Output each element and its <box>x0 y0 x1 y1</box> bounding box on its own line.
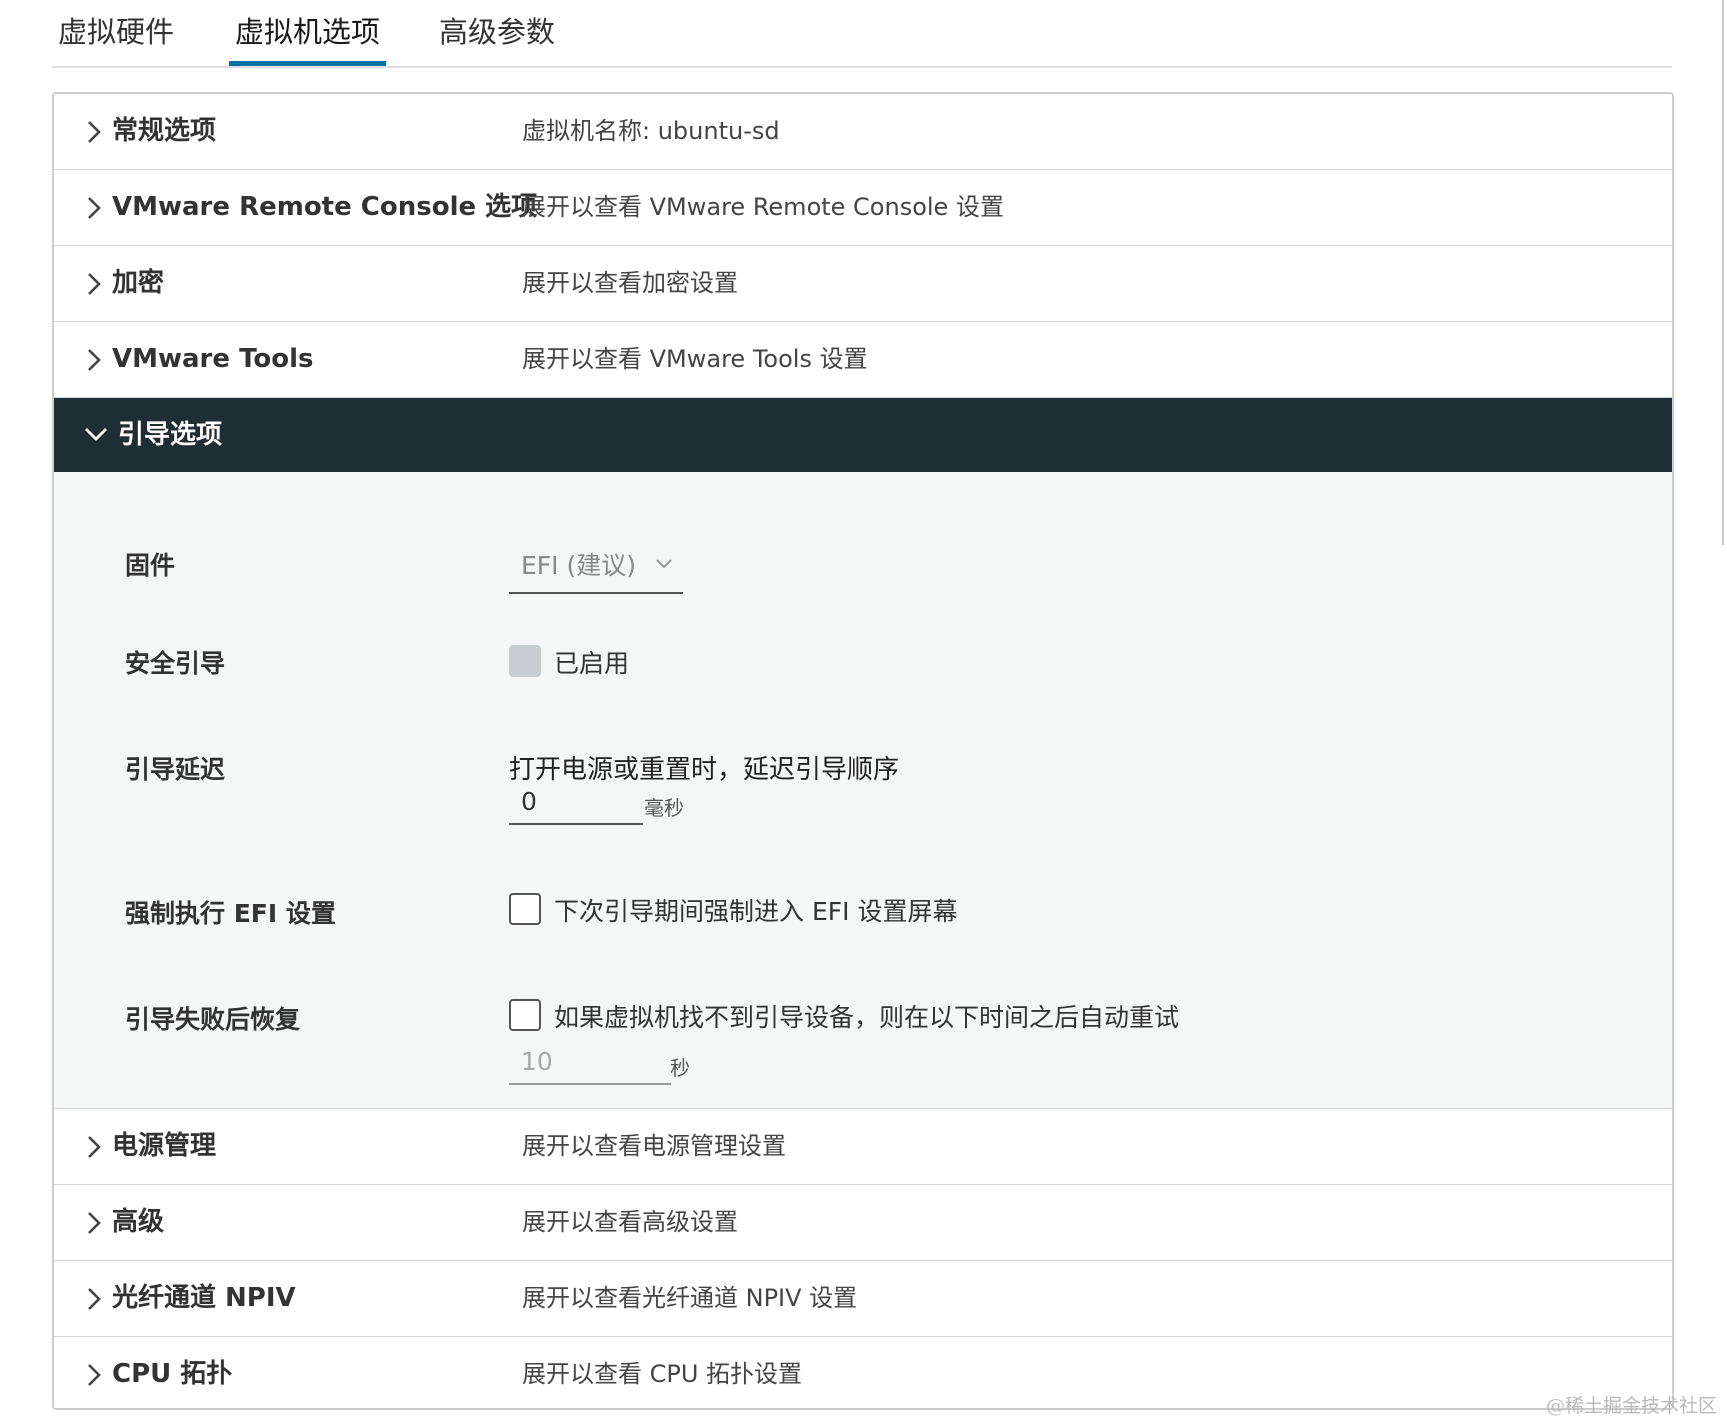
section-label: 光纤通道 NPIV <box>112 1283 296 1313</box>
chevron-right-icon <box>88 1364 101 1386</box>
section-summary: 展开以查看光纤通道 NPIV 设置 <box>522 1284 858 1312</box>
section-label: 加密 <box>112 268 165 298</box>
boot-delay-unit: 毫秒 <box>644 796 684 820</box>
chevron-right-icon <box>88 273 101 295</box>
force-efi-checkbox-label: 下次引导期间强制进入 EFI 设置屏幕 <box>554 897 958 926</box>
chevron-right-icon <box>88 1212 101 1234</box>
section-general[interactable]: 常规选项 虚拟机名称: ubuntu-sd <box>54 94 1672 171</box>
failed-boot-delay-unit: 秒 <box>670 1056 690 1080</box>
failed-boot-recovery-checkbox-label: 如果虚拟机找不到引导设备，则在以下时间之后自动重试 <box>554 1003 1180 1032</box>
vm-options-panel: 常规选项 虚拟机名称: ubuntu-sd VMware Remote Cons… <box>52 92 1674 1410</box>
section-summary: 展开以查看加密设置 <box>522 269 738 297</box>
failed-boot-recovery-label: 引导失败后恢复 <box>125 1005 301 1034</box>
failed-boot-delay-input[interactable] <box>509 1039 671 1085</box>
tab-label: 虚拟机选项 <box>235 15 381 49</box>
section-power-management[interactable]: 电源管理 展开以查看电源管理设置 <box>54 1109 1672 1186</box>
firmware-label: 固件 <box>125 551 176 580</box>
tab-vm-options[interactable]: 虚拟机选项 <box>229 10 387 66</box>
watermark: @稀土掘金技术社区 <box>1545 1395 1717 1417</box>
section-boot-options[interactable]: 引导选项 <box>54 398 1672 472</box>
section-summary: 虚拟机名称: ubuntu-sd <box>522 117 780 145</box>
force-efi-checkbox[interactable] <box>509 893 541 925</box>
boot-delay-label: 引导延迟 <box>125 755 226 784</box>
force-efi-label: 强制执行 EFI 设置 <box>125 899 336 928</box>
section-label: VMware Tools <box>112 344 314 374</box>
section-summary: 展开以查看电源管理设置 <box>522 1132 786 1160</box>
section-summary: 展开以查看高级设置 <box>522 1208 738 1236</box>
boot-options-content: 固件 EFI (建议) 安全引导 已启用 引导延迟 打开电源或重置时，延迟引导顺… <box>54 472 1672 1110</box>
section-label: 常规选项 <box>112 116 217 146</box>
section-summary: 展开以查看 VMware Tools 设置 <box>522 345 868 373</box>
tab-bar: 虚拟硬件 虚拟机选项 高级参数 <box>52 0 1672 68</box>
chevron-right-icon <box>88 1288 101 1310</box>
tab-label: 高级参数 <box>439 15 556 49</box>
scrollbar-edge <box>1722 0 1724 545</box>
section-advanced[interactable]: 高级 展开以查看高级设置 <box>54 1185 1672 1262</box>
firmware-select[interactable]: EFI (建议) <box>509 542 683 594</box>
section-label: 引导选项 <box>118 420 223 450</box>
section-fibre-channel-npiv[interactable]: 光纤通道 NPIV 展开以查看光纤通道 NPIV 设置 <box>54 1261 1672 1338</box>
tab-label: 虚拟硬件 <box>58 15 175 49</box>
section-label: CPU 拓扑 <box>112 1359 233 1389</box>
caret-down-icon <box>656 559 672 569</box>
tab-virtual-hardware[interactable]: 虚拟硬件 <box>58 10 174 66</box>
chevron-right-icon <box>88 197 101 219</box>
chevron-right-icon <box>88 349 101 371</box>
section-cpu-topology[interactable]: CPU 拓扑 展开以查看 CPU 拓扑设置 <box>54 1337 1672 1408</box>
tab-advanced-params[interactable]: 高级参数 <box>439 10 555 66</box>
section-vmrc[interactable]: VMware Remote Console 选项 展开以查看 VMware Re… <box>54 170 1672 247</box>
section-summary: 展开以查看 VMware Remote Console 设置 <box>522 193 1004 221</box>
chevron-down-icon <box>85 428 107 441</box>
chevron-right-icon <box>88 1136 101 1158</box>
section-label: VMware Remote Console 选项 <box>112 192 538 222</box>
section-summary: 展开以查看 CPU 拓扑设置 <box>522 1360 803 1388</box>
section-vmware-tools[interactable]: VMware Tools 展开以查看 VMware Tools 设置 <box>54 322 1672 399</box>
secure-boot-label: 安全引导 <box>125 649 226 678</box>
secure-boot-checkbox[interactable] <box>509 645 541 677</box>
failed-boot-recovery-checkbox[interactable] <box>509 999 541 1031</box>
chevron-right-icon <box>88 121 101 143</box>
firmware-value: EFI (建议) <box>521 551 637 580</box>
secure-boot-checkbox-label: 已启用 <box>554 649 630 678</box>
section-label: 电源管理 <box>112 1131 217 1161</box>
section-label: 高级 <box>112 1207 165 1237</box>
active-tab-indicator <box>229 61 387 66</box>
section-encryption[interactable]: 加密 展开以查看加密设置 <box>54 246 1672 323</box>
boot-delay-input[interactable] <box>509 779 643 825</box>
